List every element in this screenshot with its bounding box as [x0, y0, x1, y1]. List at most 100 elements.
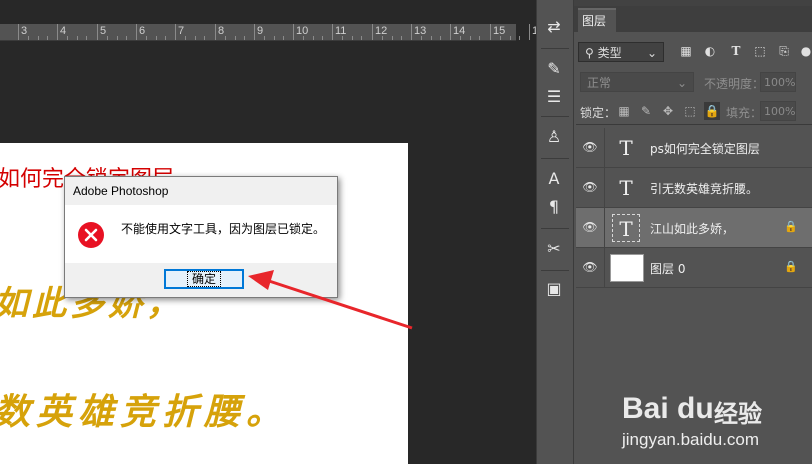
ruler-tick-label: 3 [21, 25, 28, 37]
ruler-minor-tick [274, 36, 275, 40]
ruler-minor-tick [107, 36, 108, 40]
ruler-minor-tick [38, 36, 39, 40]
ruler-minor-tick [77, 36, 78, 40]
layer-row[interactable]: 👁 图层 0 🔒 [576, 248, 812, 288]
ruler-tick-label: 6 [139, 25, 146, 37]
lock-image-icon[interactable]: ✎ [638, 102, 654, 120]
layer-row[interactable]: 👁 T 江山如此多娇， 🔒 [576, 208, 812, 248]
ruler-tick-label: 9 [257, 25, 264, 37]
ruler-minor-tick [470, 36, 471, 40]
lock-transparent-icon[interactable]: ▦ [616, 102, 632, 120]
tool-presets-icon[interactable]: ✂ [543, 238, 565, 260]
fill-input[interactable]: 100% [760, 101, 796, 121]
layer-kind-filter[interactable]: ⚲ 类型 ⌄ [578, 42, 664, 62]
watermark-logo: Bai du [622, 392, 714, 425]
layer-row[interactable]: 👁 Tps如何完全锁定图层 [576, 128, 812, 168]
filter-adjustment-icon[interactable]: ◐ [702, 43, 718, 59]
ruler-minor-tick [195, 36, 196, 40]
lock-label: 锁定： [580, 106, 617, 120]
dialog-title: Adobe Photoshop [73, 184, 169, 198]
filter-type-icon[interactable]: T [728, 43, 744, 59]
layer-row[interactable]: 👁 T 引无数英雄竞折腰。 [576, 168, 812, 208]
paragraph-icon[interactable]: ¶ [543, 196, 565, 218]
lock-artboard-icon[interactable]: ⬚ [682, 102, 698, 120]
panel-tool-strip: ⇄ ✎ ☰ ♙ A ¶ ✂ ▣ [536, 0, 574, 464]
ruler-tick [97, 24, 98, 40]
lock-all-icon[interactable]: 🔒 [704, 102, 720, 120]
ruler-minor-tick [500, 36, 501, 40]
eye-icon[interactable]: 👁 [582, 179, 598, 195]
ruler-minor-tick [244, 36, 245, 40]
eye-icon[interactable]: 👁 [582, 259, 598, 275]
ruler-minor-tick [86, 36, 87, 40]
ruler-minor-tick [67, 36, 68, 40]
ruler-tick [332, 24, 333, 40]
ruler-tick-label: 7 [178, 25, 185, 37]
ruler-minor-tick [165, 36, 166, 40]
ruler-minor-tick [322, 36, 323, 40]
annotation-arrow-icon [248, 270, 413, 330]
ruler-minor-tick [283, 36, 284, 40]
kind-filter-value: 类型 [597, 46, 622, 60]
ruler-minor-tick [421, 36, 422, 40]
eye-icon[interactable]: 👁 [582, 139, 598, 155]
ruler-tick [450, 24, 451, 40]
horizontal-ruler: 3456789101112131415161718 [0, 24, 638, 41]
ruler-minor-tick [313, 36, 314, 40]
blend-mode-select[interactable]: 正常 ⌄ [580, 72, 694, 92]
ruler-tick [136, 24, 137, 40]
ruler-tick [293, 24, 294, 40]
ruler-minor-tick [392, 36, 393, 40]
ruler-minor-tick [264, 36, 265, 40]
ruler-tick [215, 24, 216, 40]
ruler-tick [372, 24, 373, 40]
character-icon[interactable]: A [543, 168, 565, 190]
ruler-minor-tick [440, 36, 441, 40]
eye-icon[interactable]: 👁 [582, 219, 598, 235]
ok-button[interactable]: 确定 [164, 269, 244, 289]
ruler-tick [411, 24, 412, 40]
notes-icon[interactable]: ▣ [543, 278, 565, 300]
history-icon[interactable]: ⇄ [543, 16, 565, 38]
ruler-minor-tick [510, 36, 511, 40]
divider [541, 158, 569, 159]
ruler-minor-tick [146, 36, 147, 40]
opacity-input[interactable]: 100% [760, 72, 796, 92]
ruler-minor-tick [382, 36, 383, 40]
chevron-down-icon: ⌄ [646, 46, 657, 60]
dialog-message: 不能使用文字工具，因为图层已锁定。 [121, 222, 326, 236]
doc-text-line-2: 数英雄竞折腰。 [0, 391, 289, 433]
ruler-tick-label: 8 [218, 25, 225, 37]
text-layer-icon: T [619, 136, 633, 160]
adjustments-icon[interactable]: ☰ [543, 86, 565, 108]
ruler-minor-tick [235, 36, 236, 40]
brush-icon[interactable]: ✎ [543, 58, 565, 80]
filter-pixel-icon[interactable]: ▦ [678, 43, 694, 59]
ruler-minor-tick [204, 36, 205, 40]
ruler-tick [254, 24, 255, 40]
ruler-minor-tick [156, 36, 157, 40]
layer-name: 江山如此多娇， [650, 222, 735, 236]
lock-icon: 🔒 [784, 260, 798, 273]
ruler-minor-tick [361, 36, 362, 40]
chevron-down-icon: ⌄ [676, 76, 687, 90]
lock-position-icon[interactable]: ✥ [660, 102, 676, 120]
ruler-tick-label: 4 [60, 25, 67, 37]
lock-icon: 🔒 [784, 220, 798, 233]
ruler-tick-label: 5 [100, 25, 107, 37]
ok-button-label: 确定 [186, 271, 221, 287]
fill-label: 填充： [726, 106, 763, 120]
divider [604, 168, 605, 208]
filter-toggle-icon[interactable]: ● [798, 43, 812, 59]
tab-layers[interactable]: 图层 [578, 8, 616, 32]
filter-shape-icon[interactable]: ⬚ [752, 43, 768, 59]
ruler-minor-tick [460, 36, 461, 40]
ruler-minor-tick [401, 36, 402, 40]
divider [541, 48, 569, 49]
watermark-brand: 经验 [714, 400, 762, 428]
divider [604, 128, 605, 168]
error-icon [78, 222, 104, 248]
ruler-minor-tick [47, 36, 48, 40]
filter-smart-object-icon[interactable]: ⎘ [776, 43, 792, 59]
clone-stamp-icon[interactable]: ♙ [543, 126, 565, 148]
